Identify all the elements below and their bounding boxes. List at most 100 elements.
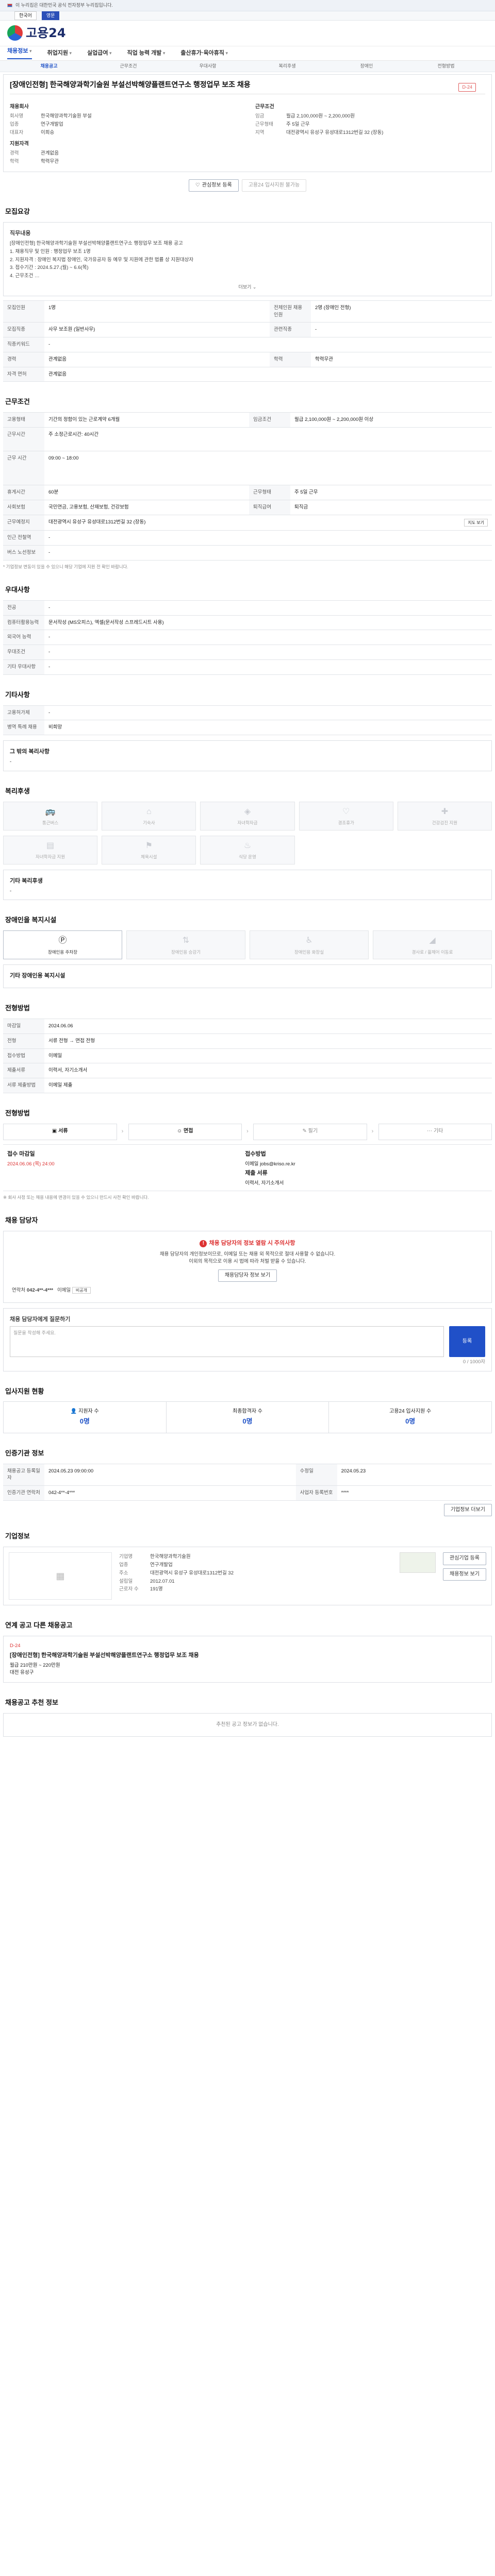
- site-logo[interactable]: 고용24: [7, 24, 66, 42]
- related-section-title: 연계 공고 다른 채용공고: [5, 1621, 73, 1630]
- table-cell: 2명 (장애인 전형): [311, 300, 492, 323]
- apply-counts: 👤 지원자 수 0명 최종합격자 수 0명 고용24 입사지원 수 0명: [3, 1401, 492, 1433]
- step-document: ▣ 서류: [3, 1123, 117, 1140]
- question-submit-button[interactable]: 등록: [449, 1326, 485, 1357]
- lang-ko-button[interactable]: 한국어: [14, 11, 37, 21]
- kv-value: 대전광역시 유성구 유성대로1312번길 32: [150, 1570, 234, 1576]
- table-cell: 접수 마감일 2024.06.06 (목) 24:00: [3, 1144, 241, 1192]
- kv-value: 연구개발업: [41, 122, 63, 128]
- recruit-section-title: 모집요강: [5, 208, 30, 216]
- kv-value: 관계없음: [41, 150, 59, 157]
- kv-key: 임금: [255, 113, 265, 120]
- step-label: 기타: [433, 1128, 443, 1134]
- tab-welfare[interactable]: 복리후생: [248, 63, 327, 70]
- work-table: 고용형태 기간의 정함이 있는 근로계약 6개월 임금조건 월급 2,100,000원…: [3, 412, 492, 561]
- recommend-section-title: 채용공고 추천 정보: [5, 1699, 58, 1707]
- tab-conditions[interactable]: 근무조건: [89, 63, 168, 70]
- table-cell: 경력: [3, 351, 44, 367]
- table-cell: 09:00 ~ 18:00: [44, 451, 492, 486]
- kv-key: 근무형태: [255, 122, 273, 128]
- disabled-item: ⇅ 장애인용 승강기: [126, 930, 245, 960]
- kv-key: 학력: [10, 158, 19, 164]
- welfare-item: ⌂ 기숙사: [102, 801, 196, 831]
- table-cell: 근무예정지: [3, 514, 44, 531]
- tab-process[interactable]: 전형방법: [406, 63, 486, 70]
- kv-key: 지역: [255, 129, 265, 135]
- table-cell: 사무 보조원 (일반사무): [44, 322, 270, 338]
- kv-key: 근로자 수: [119, 1586, 139, 1592]
- nav-item-benefit[interactable]: 실업급여: [87, 49, 112, 58]
- table-row: 인증기관 연락처 042-4**-4*** 사업자 등록번호 ****: [3, 1485, 492, 1501]
- lang-en-button[interactable]: 영문: [41, 11, 60, 21]
- status-section-title: 입사지원 현황: [5, 1387, 44, 1395]
- contact-warning: ! 채용 담당자의 정보 열람 시 주의사항 채용 담당자의 개인정보이므로, 이…: [3, 1231, 492, 1303]
- welfare-extra-value: -: [10, 888, 12, 894]
- kv-value: 주 5일 근무: [286, 122, 310, 128]
- health-icon: ✚: [441, 807, 449, 816]
- step-label: 필기: [308, 1128, 318, 1134]
- table-cell: -: [44, 337, 492, 352]
- org-more-button[interactable]: 기업정보 더보기: [443, 1503, 492, 1517]
- company-follow-button[interactable]: 관심기업 등록: [443, 1552, 486, 1565]
- kv-key: 업종: [119, 1562, 128, 1568]
- welfare-item-label: 체육시설: [141, 854, 157, 860]
- interview-icon: ☺: [177, 1128, 184, 1134]
- related-job-card[interactable]: D-24 [장애인전형] 한국해양과학기술원 부설선박해양플랜트연구소 행정업무…: [3, 1636, 492, 1683]
- apply-disabled-button[interactable]: 고용24 입사지원 불가능: [241, 179, 307, 192]
- gym-icon: ⚑: [145, 841, 153, 850]
- etc-extra-box: 그 밖의 복리사항 -: [3, 740, 492, 771]
- recommend-empty: 추천된 공고 정보가 없습니다.: [3, 1713, 492, 1737]
- disabled-item: ♿ 장애인용 화장실: [250, 930, 369, 960]
- welfare-item: ♨ 식당 운영: [200, 835, 295, 865]
- gov-banner-text: 이 누리집은 대한민국 공식 전자정부 누리집입니다.: [15, 2, 113, 8]
- table-row: 사회보험 국민연금, 고용보험, 산재보험, 건강보험 퇴직급여 퇴직금: [3, 499, 492, 515]
- table-cell: 인근 전철역: [3, 530, 44, 546]
- table-cell: 대전광역시 유성구 유성대로1312번길 32 (장동) 지도 보기: [44, 514, 492, 531]
- nav-item-training[interactable]: 직업 능력 개발: [127, 49, 166, 58]
- job-desc-line: 4. 근무조건 …: [10, 273, 40, 279]
- work-note: * 기업정보 변동이 있을 수 있으니 해당 기업에 지원 전 확인 바랍니다.: [3, 564, 128, 569]
- warning-icon: !: [200, 1240, 207, 1248]
- nav-item-leave[interactable]: 출산휴가·육아휴직: [180, 49, 228, 58]
- job-desc-line: 2. 지원자격 : 장애인 복지법 장애인, 국가유공자 등 예우 및 지원에 …: [10, 257, 194, 263]
- table-cell: 직종키워드: [3, 337, 44, 352]
- table-cell: 학력무관: [311, 351, 492, 367]
- welfare-item: ◈ 자녀학자금: [200, 801, 295, 831]
- table-cell: 고용형태: [3, 412, 44, 428]
- map-thumbnail[interactable]: [400, 1552, 436, 1573]
- count-hired: 최종합격자 수 0명: [167, 1402, 329, 1433]
- nav-item-support[interactable]: 취업지원: [47, 49, 72, 58]
- disabled-item-label: 장애인용 승강기: [171, 949, 201, 955]
- section-tabs: 채용공고 근무조건 우대사항 복리후생 장애인 전형방법: [0, 61, 495, 72]
- table-row: 외국어 능력 -: [3, 630, 492, 646]
- warning-line: 채용 담당자의 개인정보이므로, 이메일 또는 채용 외 목적으로 절대 사용할…: [159, 1251, 336, 1258]
- nav-item-jobs[interactable]: 채용정보: [7, 47, 32, 59]
- tab-preference[interactable]: 우대사항: [168, 63, 248, 70]
- table-cell: 사회보험: [3, 499, 44, 515]
- table-cell: 관계없음: [44, 366, 492, 382]
- phone-value: 042-4**-4***: [26, 1287, 54, 1294]
- table-row: 접수방법 이메일: [3, 1048, 492, 1064]
- tab-disabled[interactable]: 장애인: [327, 63, 406, 70]
- map-button[interactable]: 지도 보기: [464, 518, 488, 527]
- table-cell: 주 소정근로시간: 40시간: [44, 427, 492, 452]
- etc-section-title: 기타사항: [5, 690, 30, 699]
- table-cell: 이력서, 자기소개서: [44, 1063, 492, 1079]
- contact-section-title: 채용 담당자: [5, 1216, 38, 1225]
- job-desc-line: 1. 채용직무 및 인원 : 행정업무 보조 1명: [10, 248, 91, 255]
- table-cell: 고용허가제: [3, 705, 44, 721]
- company-image-icon: ▦: [9, 1552, 112, 1600]
- question-submit-label: 등록: [462, 1338, 472, 1344]
- table-cell: 모집인원: [3, 300, 44, 323]
- save-interest-button[interactable]: ♡ 관심정보 등록: [188, 179, 239, 192]
- view-contact-button[interactable]: 채용담당자 정보 보기: [218, 1269, 277, 1282]
- table-cell: 2024.05.23 09:00:00: [44, 1463, 296, 1486]
- table-cell: 접수방법 이메일 jobs@kriso.re.kr 제출 서류 이력서, 자기소개서: [241, 1144, 492, 1192]
- company-jobs-button[interactable]: 채용정보 보기: [443, 1568, 486, 1581]
- tab-posting[interactable]: 채용공고: [9, 63, 89, 70]
- more-button[interactable]: 더보기 ⌄: [10, 284, 485, 291]
- gov-banner: 이 누리집은 대한민국 공식 전자정부 누리집입니다.: [0, 0, 495, 11]
- question-input[interactable]: 질문을 작성해 주세요.: [10, 1326, 444, 1357]
- apply-doc-value: 이력서, 자기소개서: [245, 1180, 284, 1187]
- logo-text: 고용24: [26, 26, 66, 41]
